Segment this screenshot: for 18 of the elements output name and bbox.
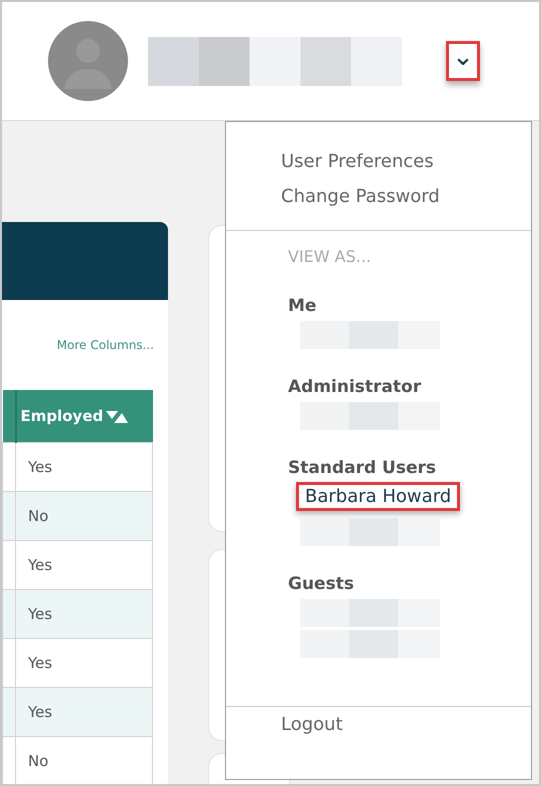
sort-icon[interactable] [106,410,128,423]
table-cell: Yes [16,590,152,638]
chevron-button[interactable]: ⌄ [446,41,480,81]
group-heading: Administrator [288,376,422,399]
table-cell: Yes [16,688,152,736]
avatar-icon [48,21,128,101]
menu-item[interactable]: Change Password [281,179,440,214]
logout-link[interactable]: Logout [281,707,343,742]
more-columns-link[interactable]: More Columns... [56,338,154,352]
table-cell: No [16,492,152,540]
group-heading: Standard Users [288,457,436,480]
group-heading: Me [288,295,316,318]
user-item[interactable]: Barbara Howard [296,482,460,511]
column-header[interactable]: Employed [16,390,152,442]
section-label: VIEW AS... [288,247,372,266]
group-heading: Guests [288,573,354,596]
column-header[interactable] [2,390,16,442]
menu-item[interactable]: User Preferences [281,144,434,179]
